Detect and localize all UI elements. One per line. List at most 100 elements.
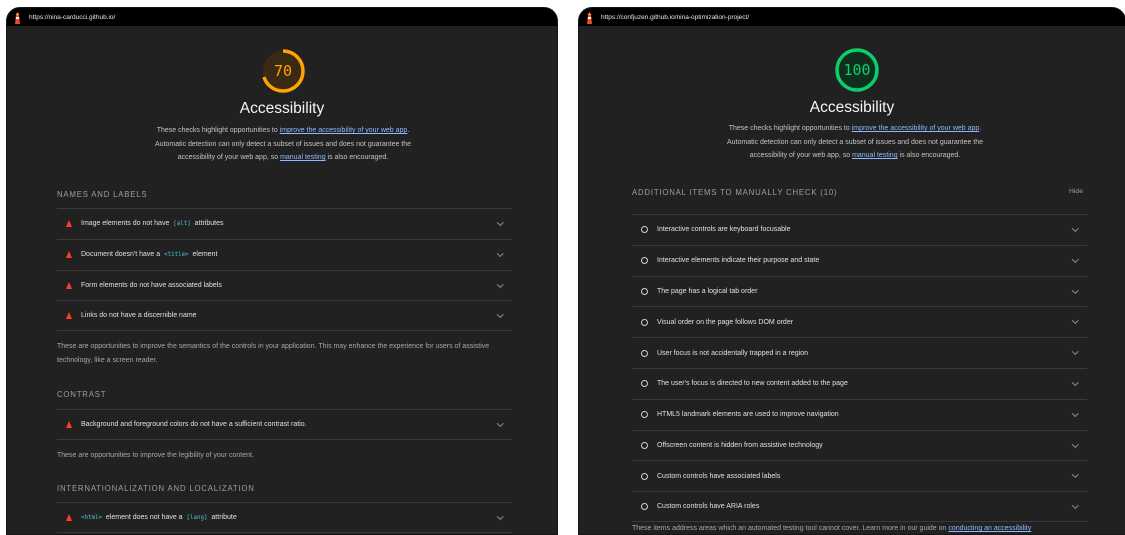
- audit-document-title[interactable]: Document doesn't have a <title> element: [57, 238, 512, 270]
- audit-image-alt[interactable]: Image elements do not have [alt] attribu…: [57, 208, 512, 239]
- hide-button[interactable]: Hide: [1069, 188, 1083, 195]
- manual-check-title: Custom controls have ARIA roles: [657, 503, 760, 511]
- manual-check-item[interactable]: Custom controls have associated labels: [632, 460, 1087, 491]
- chevron-down-icon[interactable]: [1071, 255, 1078, 263]
- category-description: These checks highlight opportunities to …: [152, 124, 414, 165]
- chevron-down-icon[interactable]: [1071, 409, 1078, 417]
- chevron-down-icon[interactable]: [496, 280, 503, 288]
- manual-check-title: Interactive elements indicate their purp…: [657, 257, 820, 265]
- audit-title: Document doesn't have a <title> element: [81, 251, 218, 259]
- description-text: is also encouraged.: [897, 152, 961, 159]
- url-bar: https://confjuzen.github.io/nina-optimiz…: [579, 8, 1125, 26]
- circle-icon: [641, 226, 648, 234]
- lighthouse-icon: [587, 12, 592, 24]
- accessibility-guide-link[interactable]: improve the accessibility of your web ap…: [280, 127, 408, 134]
- manual-testing-link[interactable]: manual testing: [852, 152, 898, 159]
- audit-title: Image elements do not have [alt] attribu…: [81, 220, 224, 228]
- manual-check-item[interactable]: Custom controls have ARIA roles: [632, 491, 1087, 522]
- group-description: These are opportunities to improve the l…: [57, 452, 254, 459]
- score-value: 100: [843, 61, 871, 79]
- manual-testing-link[interactable]: manual testing: [280, 154, 326, 161]
- chevron-down-icon[interactable]: [496, 219, 503, 226]
- chevron-down-icon[interactable]: [496, 311, 503, 318]
- circle-icon: [641, 503, 648, 511]
- chevron-down-icon[interactable]: [496, 420, 503, 427]
- group-title-names-labels: NAMES AND LABELS: [57, 190, 148, 199]
- left-report-panel: https://nina-carducci.github.io/ 70 Acce…: [6, 7, 558, 535]
- red-triangle-icon: [66, 420, 72, 428]
- chevron-down-icon[interactable]: [1071, 348, 1078, 355]
- red-triangle-icon: [66, 513, 72, 521]
- url-text[interactable]: https://nina-carducci.github.io/: [29, 14, 115, 21]
- group-title-i18n: INTERNATIONALIZATION AND LOCALIZATION: [57, 484, 255, 493]
- description-text: is also encouraged.: [325, 154, 389, 161]
- category-description: These checks highlight opportunities to …: [724, 122, 986, 163]
- circle-icon: [641, 411, 648, 419]
- chevron-down-icon[interactable]: [1071, 286, 1078, 294]
- manual-check-item[interactable]: Interactive controls are keyboard focusa…: [632, 214, 1087, 245]
- manual-check-item[interactable]: HTML5 landmark elements are used to impr…: [632, 398, 1087, 430]
- manual-check-title: User focus is not accidentally trapped i…: [657, 349, 808, 357]
- description-text: These checks highlight opportunities to: [728, 125, 852, 132]
- chevron-down-icon[interactable]: [1071, 502, 1078, 509]
- description-text: These items address areas which an autom…: [632, 525, 949, 532]
- manual-check-item[interactable]: The user's focus is directed to new cont…: [632, 367, 1087, 399]
- chevron-down-icon[interactable]: [1071, 471, 1078, 478]
- category-title: Accessibility: [809, 99, 895, 116]
- circle-icon: [641, 441, 648, 449]
- manual-check-item[interactable]: Interactive elements indicate their purp…: [632, 244, 1087, 276]
- chevron-down-icon[interactable]: [1071, 440, 1078, 448]
- score-gauge: 70: [259, 47, 307, 95]
- circle-icon: [641, 472, 648, 480]
- audit-title: Form elements do not have associated lab…: [81, 281, 222, 289]
- audit-title: Links do not have a discernible name: [81, 312, 197, 320]
- score-value: 70: [273, 62, 293, 80]
- audit-html-lang[interactable]: <html> element does not have a [lang] at…: [57, 502, 512, 533]
- right-report-panel: https://confjuzen.github.io/nina-optimiz…: [578, 7, 1125, 535]
- lighthouse-icon: [15, 12, 20, 24]
- circle-icon: [641, 380, 648, 388]
- group-title-contrast: CONTRAST: [57, 390, 107, 399]
- circle-icon: [641, 349, 648, 357]
- description-text: These checks highlight opportunities to: [156, 127, 280, 134]
- audit-color-contrast[interactable]: Background and foreground colors do not …: [57, 409, 512, 440]
- red-triangle-icon: [66, 281, 72, 289]
- manual-check-title: Interactive controls are keyboard focusa…: [657, 226, 791, 234]
- circle-icon: [641, 318, 648, 326]
- chevron-down-icon[interactable]: [1071, 225, 1078, 232]
- audit-list-names-labels: Image elements do not have [alt] attribu…: [57, 208, 512, 332]
- chevron-down-icon[interactable]: [496, 249, 503, 257]
- manual-check-item[interactable]: The page has a logical tab order: [632, 275, 1087, 307]
- chevron-down-icon[interactable]: [1071, 317, 1078, 324]
- circle-icon: [641, 257, 648, 265]
- audit-list-contrast: Background and foreground colors do not …: [57, 409, 512, 440]
- manual-check-title: Custom controls have associated labels: [657, 472, 781, 480]
- manual-check-title: The page has a logical tab order: [657, 287, 758, 295]
- manual-check-item[interactable]: Offscreen content is hidden from assisti…: [632, 429, 1087, 461]
- manual-check-list: Interactive controls are keyboard focusa…: [632, 214, 1087, 522]
- audit-title: <html> element does not have a [lang] at…: [81, 513, 237, 521]
- manual-check-item[interactable]: User focus is not accidentally trapped i…: [632, 337, 1087, 368]
- url-bar: https://nina-carducci.github.io/: [7, 8, 557, 26]
- red-triangle-icon: [66, 251, 72, 259]
- group-description: These items address areas which an autom…: [632, 522, 1102, 534]
- conducting-review-link[interactable]: conducting an accessibility: [948, 525, 1031, 532]
- group-description: These are opportunities to improve the s…: [57, 343, 490, 364]
- red-triangle-icon: [66, 312, 72, 320]
- score-gauge: 100: [833, 46, 881, 94]
- url-text[interactable]: https://confjuzen.github.io/nina-optimiz…: [601, 14, 749, 21]
- manual-check-item[interactable]: Visual order on the page follows DOM ord…: [632, 306, 1087, 337]
- category-title: Accessibility: [239, 100, 325, 117]
- manual-check-title: Visual order on the page follows DOM ord…: [657, 318, 794, 326]
- audit-title: Background and foreground colors do not …: [81, 420, 307, 428]
- chevron-down-icon[interactable]: [496, 513, 503, 520]
- circle-icon: [641, 287, 648, 295]
- red-triangle-icon: [66, 220, 72, 228]
- audit-link-name[interactable]: Links do not have a discernible name: [57, 300, 512, 332]
- manual-check-title: Offscreen content is hidden from assisti…: [657, 441, 823, 449]
- manual-check-title: HTML5 landmark elements are used to impr…: [657, 411, 839, 419]
- audit-form-labels[interactable]: Form elements do not have associated lab…: [57, 269, 512, 301]
- manual-check-title: The user's focus is directed to new cont…: [657, 380, 848, 388]
- chevron-down-icon[interactable]: [1071, 379, 1078, 386]
- accessibility-guide-link[interactable]: improve the accessibility of your web ap…: [852, 125, 980, 132]
